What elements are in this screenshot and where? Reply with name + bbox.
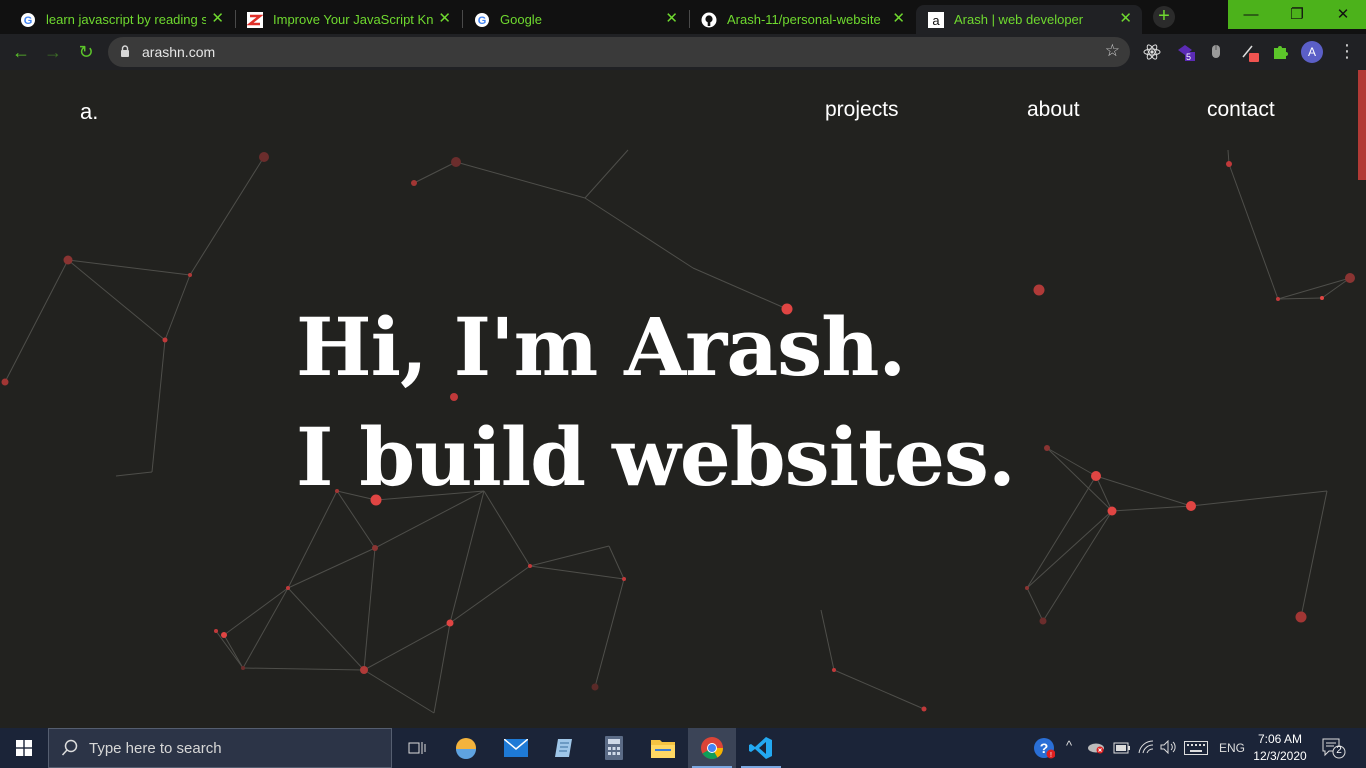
nav-link-projects[interactable]: projects: [825, 98, 899, 122]
system-clock[interactable]: 7:06 AM 12/3/2020: [1250, 731, 1310, 765]
close-icon[interactable]: ✕: [665, 11, 678, 26]
tab-title: Arash | web developer: [954, 12, 1084, 27]
weather-icon[interactable]: [442, 728, 490, 768]
tab-github-repo[interactable]: Arash-11/personal-website ✕: [689, 5, 915, 34]
wifi-icon[interactable]: [1138, 740, 1154, 759]
notes-icon[interactable]: [541, 728, 589, 768]
clock-time: 7:06 AM: [1257, 732, 1303, 746]
new-tab-button[interactable]: +: [1153, 6, 1175, 28]
svg-text:G: G: [24, 15, 33, 27]
reload-icon[interactable]: ↻: [74, 40, 98, 64]
more-menu-icon[interactable]: ⋮: [1338, 41, 1356, 61]
tab-title: Arash-11/personal-website: [727, 12, 881, 27]
close-icon[interactable]: ✕: [438, 11, 451, 26]
close-window-button[interactable]: ✕: [1320, 0, 1366, 29]
page-viewport: a. projects about contact Hi, I'm Arash.…: [0, 70, 1358, 728]
hero-line-tagline: I build websites.: [296, 410, 1016, 504]
puzzle-extensions-icon[interactable]: [1270, 42, 1290, 62]
taskbar-search-box[interactable]: Type here to search: [48, 728, 392, 768]
chevron-up-icon[interactable]: ^: [1066, 738, 1072, 753]
nav-link-about[interactable]: about: [1027, 98, 1080, 122]
scrollbar-thumb[interactable]: [1358, 70, 1366, 180]
a-logo-icon: a: [928, 11, 944, 28]
react-devtools-icon[interactable]: [1142, 42, 1162, 62]
file-explorer-icon[interactable]: [639, 728, 687, 768]
google-icon: G: [20, 12, 36, 28]
tab-arash-web-developer[interactable]: a Arash | web developer ✕: [916, 5, 1142, 34]
s-logo-icon: [247, 11, 263, 28]
page-scrollbar[interactable]: [1358, 70, 1366, 728]
address-bar[interactable]: arashn.com ☆: [108, 37, 1130, 67]
google-icon: G: [474, 12, 490, 28]
search-placeholder[interactable]: Type here to search: [89, 740, 222, 757]
chrome-icon[interactable]: [688, 728, 736, 768]
color-picker-icon[interactable]: [1240, 42, 1260, 62]
mouse-extension-icon[interactable]: [1206, 42, 1226, 62]
browser-toolbar: ← → ↻ arashn.com ☆ 5 A ⋮: [0, 34, 1366, 70]
extension-badge-icon[interactable]: 5: [1176, 42, 1196, 62]
notification-center-icon[interactable]: 2: [1322, 737, 1346, 764]
mail-icon[interactable]: [492, 728, 540, 768]
tab-learn-javascript[interactable]: G learn javascript by reading sou ✕: [8, 5, 234, 34]
svg-text:G: G: [478, 15, 487, 27]
close-icon[interactable]: ✕: [211, 11, 224, 26]
help-icon[interactable]: ?!: [1033, 737, 1056, 764]
close-icon[interactable]: ✕: [892, 11, 905, 26]
maximize-button[interactable]: ❐: [1274, 0, 1320, 29]
close-icon[interactable]: ✕: [1119, 11, 1132, 26]
nav-link-contact[interactable]: contact: [1207, 98, 1275, 122]
extension-badge-count: 5: [1186, 52, 1192, 62]
search-icon: [61, 739, 78, 756]
url-text[interactable]: arashn.com: [142, 44, 215, 60]
hero-heading: Hi, I'm Arash. I build websites.: [296, 292, 1016, 512]
svg-text:a: a: [932, 13, 940, 28]
volume-icon[interactable]: [1160, 739, 1178, 759]
onedrive-icon[interactable]: [1087, 740, 1105, 759]
tab-title: Google: [500, 12, 542, 27]
windows-taskbar: Type here to search ?! ^ ENG 7:06 AM 12/…: [0, 728, 1366, 768]
bookmark-star-icon[interactable]: ☆: [1105, 41, 1120, 61]
hero-line-greeting: Hi, I'm Arash.: [296, 300, 906, 394]
calculator-icon[interactable]: [590, 728, 638, 768]
back-arrow-icon[interactable]: ←: [9, 40, 33, 64]
minimize-button[interactable]: —: [1228, 0, 1274, 29]
notification-count: 2: [1336, 745, 1342, 756]
clock-date: 12/3/2020: [1253, 749, 1307, 763]
tab-improve-javascript[interactable]: Improve Your JavaScript Knowl ✕: [235, 5, 461, 34]
keyboard-icon[interactable]: [1184, 741, 1208, 760]
browser-tab-strip: G learn javascript by reading sou ✕ Impr…: [0, 0, 1366, 34]
language-indicator[interactable]: ENG: [1219, 741, 1245, 755]
battery-icon[interactable]: [1113, 741, 1131, 759]
task-view-icon[interactable]: [393, 728, 441, 768]
forward-arrow-icon[interactable]: →: [41, 40, 65, 64]
svg-text:!: !: [1050, 752, 1052, 759]
github-icon: [701, 12, 717, 28]
windows-start-icon[interactable]: [0, 728, 48, 768]
vscode-icon[interactable]: [737, 728, 785, 768]
tab-title: Improve Your JavaScript Knowl: [273, 12, 433, 27]
tab-google[interactable]: G Google ✕: [462, 5, 688, 34]
lock-icon[interactable]: [120, 45, 130, 58]
site-logo[interactable]: a.: [80, 99, 98, 125]
profile-avatar[interactable]: A: [1301, 41, 1323, 63]
tab-title: learn javascript by reading sou: [46, 12, 206, 27]
